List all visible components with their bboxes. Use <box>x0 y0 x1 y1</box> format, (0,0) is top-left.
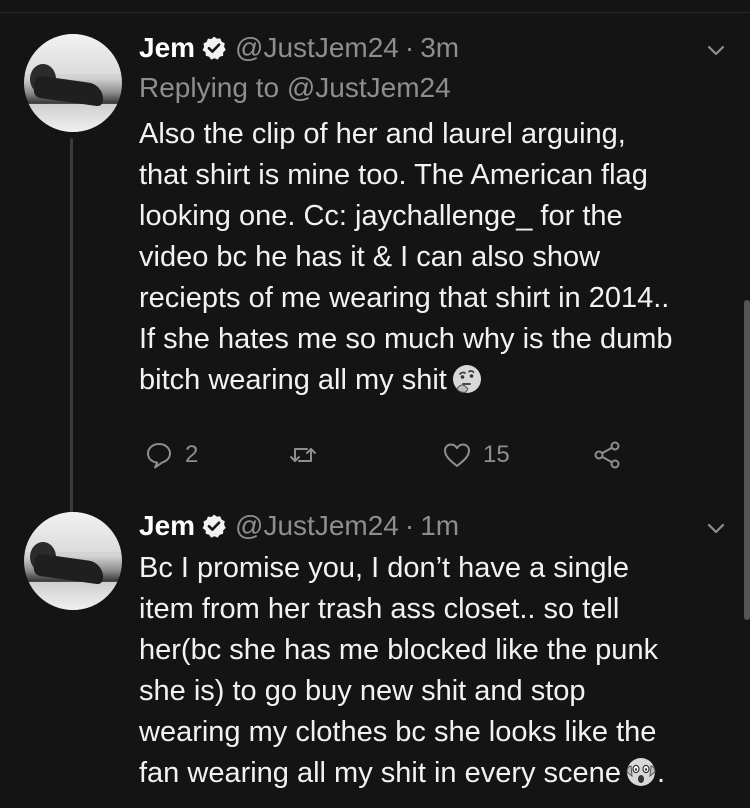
tweet-text-line: Also the clip of her and laurel arguing, <box>139 118 626 150</box>
thread-line <box>70 138 73 538</box>
separator-dot: · <box>404 510 415 541</box>
tweet[interactable]: Jem @JustJem24 · 1m Bc I promise you, I … <box>0 508 750 808</box>
display-name[interactable]: Jem <box>139 510 195 542</box>
tweet[interactable]: Jem @JustJem24 · 3m Replying to @JustJem… <box>0 30 750 538</box>
tweet-text-line: that shirt is mine too. The American fla… <box>139 159 648 191</box>
tweet-text-line-last: bitch wearing all my shit <box>139 360 729 401</box>
separator-dot: · <box>404 32 415 63</box>
tweet-text-line: item from her trash ass closet.. so tell <box>139 593 620 625</box>
chevron-down-icon[interactable] <box>704 516 728 540</box>
tweet-text-line: . <box>656 757 666 789</box>
scrollbar[interactable] <box>744 300 750 620</box>
tweet-text-line: looking one. Cc: jaychallenge_ for the <box>139 200 623 232</box>
tweet-text: Bc I promise you, I don’t have a single … <box>139 548 729 794</box>
tweet-text-line: Bc I promise you, I don’t have a single <box>139 552 630 584</box>
tweet-text-line: reciepts of me wearing that shirt in 201… <box>139 282 670 314</box>
handle[interactable]: @JustJem24 <box>235 32 399 64</box>
heart-icon <box>444 443 470 467</box>
avatar[interactable] <box>24 34 122 132</box>
tweet-text-line: bitch wearing all my shit <box>139 364 447 396</box>
chevron-down-icon[interactable] <box>704 38 728 62</box>
retweet-button[interactable] <box>287 435 319 475</box>
thinking-face-emoji-icon <box>452 365 481 393</box>
reply-icon <box>147 443 171 469</box>
verified-icon <box>202 36 226 60</box>
reply-count: 2 <box>185 441 199 468</box>
tweet-text-line: wearing my clothes bc she looks like the <box>139 716 657 748</box>
tweet-text-line: video bc he has it & I can also show <box>139 241 601 273</box>
share-icon <box>594 441 620 469</box>
tweet-text-line-last: fan wearing all my shit in every scene . <box>139 753 729 794</box>
top-divider <box>0 12 750 13</box>
display-name[interactable]: Jem <box>139 32 195 64</box>
like-button[interactable]: 15 <box>441 435 510 475</box>
replying-to[interactable]: Replying to @JustJem24 <box>139 72 451 104</box>
tweet-header: Jem @JustJem24 · 3m <box>139 30 459 66</box>
avatar[interactable] <box>24 512 122 610</box>
screaming-face-emoji-icon <box>626 758 656 786</box>
timestamp[interactable]: 1m <box>420 510 459 542</box>
timestamp[interactable]: 3m <box>420 32 459 64</box>
tweet-text: Also the clip of her and laurel arguing,… <box>139 114 729 401</box>
verified-icon <box>202 514 226 538</box>
retweet-icon <box>290 448 316 462</box>
tweet-text-line: she is) to go buy new shit and stop <box>139 675 586 707</box>
tweet-text-line: her(bc she has me blocked like the punk <box>139 634 659 666</box>
reply-button[interactable]: 2 <box>143 435 198 475</box>
tweet-text-line: If she hates me so much why is the dumb <box>139 323 673 355</box>
handle[interactable]: @JustJem24 <box>235 510 399 542</box>
tweet-header: Jem @JustJem24 · 1m <box>139 508 459 544</box>
like-count: 15 <box>483 441 510 468</box>
tweet-text-line: fan wearing all my shit in every scene <box>139 757 621 789</box>
share-button[interactable] <box>591 435 623 475</box>
tweet-actions: 2 15 <box>139 435 659 475</box>
